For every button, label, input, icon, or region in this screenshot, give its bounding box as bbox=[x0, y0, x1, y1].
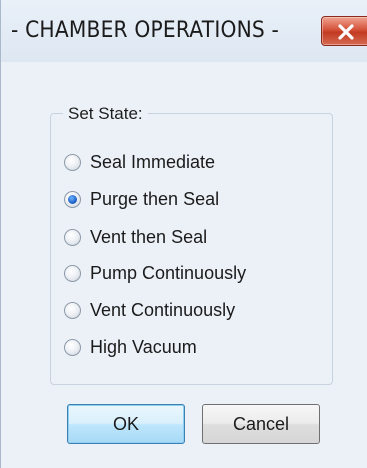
radio-button[interactable] bbox=[64, 338, 81, 356]
ok-button[interactable]: OK bbox=[67, 404, 185, 444]
radio-button[interactable] bbox=[64, 301, 81, 319]
radio-label: Seal Immediate bbox=[90, 151, 216, 172]
radio-vent-continuously[interactable]: Vent Continuously bbox=[64, 297, 235, 323]
set-state-label: Set State: bbox=[63, 104, 148, 124]
radio-button-selected[interactable] bbox=[64, 190, 81, 208]
radio-button[interactable] bbox=[64, 153, 81, 171]
radio-high-vacuum[interactable]: High Vacuum bbox=[64, 334, 197, 360]
title-bar[interactable]: - CHAMBER OPERATIONS - bbox=[1, 0, 367, 62]
radio-label: High Vacuum bbox=[90, 336, 197, 357]
radio-label: Pump Continuously bbox=[90, 262, 247, 283]
radio-label: Vent Continuously bbox=[90, 299, 236, 320]
radio-pump-continuously[interactable]: Pump Continuously bbox=[64, 260, 246, 286]
window-title: - CHAMBER OPERATIONS - bbox=[11, 18, 280, 43]
radio-label: Purge then Seal bbox=[90, 188, 220, 209]
radio-button[interactable] bbox=[64, 228, 81, 246]
close-icon bbox=[338, 24, 354, 40]
radio-seal-immediate[interactable]: Seal Immediate bbox=[64, 149, 215, 175]
radio-button[interactable] bbox=[64, 264, 81, 282]
radio-vent-then-seal[interactable]: Vent then Seal bbox=[64, 224, 207, 250]
radio-label: Vent then Seal bbox=[90, 226, 208, 247]
dialog-window: - CHAMBER OPERATIONS - Set State: Seal I… bbox=[0, 0, 367, 468]
radio-purge-then-seal[interactable]: Purge then Seal bbox=[64, 186, 219, 212]
cancel-button[interactable]: Cancel bbox=[202, 404, 320, 444]
close-button[interactable] bbox=[321, 16, 367, 46]
